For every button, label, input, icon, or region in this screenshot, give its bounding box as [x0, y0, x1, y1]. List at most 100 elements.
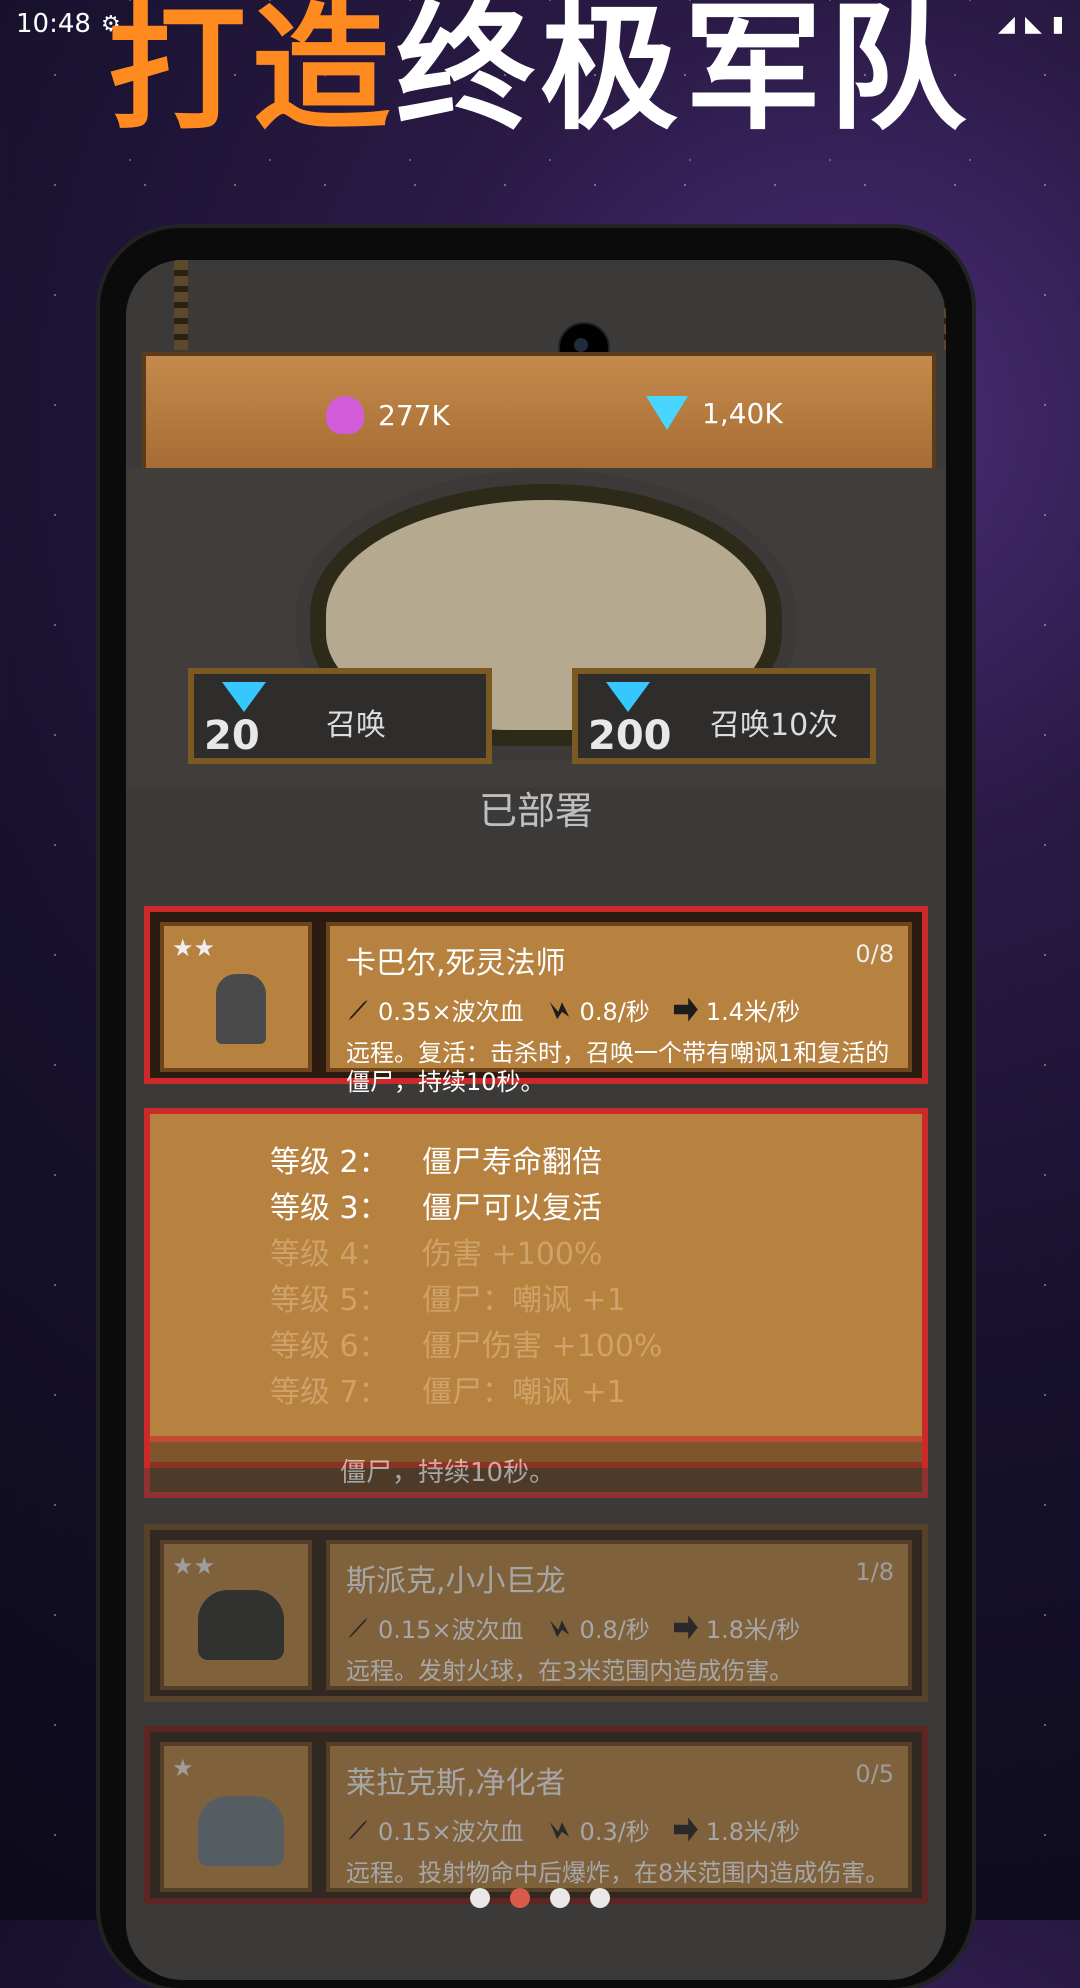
upgrade-row: 等级 6： 僵尸伤害 +100% [270, 1324, 902, 1370]
summon-cost: 20 [204, 682, 304, 762]
attack-speed-value: 0.3/秒 [579, 1818, 650, 1846]
page-dot-1[interactable] [470, 1888, 490, 1908]
page-dot-3[interactable] [550, 1888, 570, 1908]
upgrade-level: 等级 2： [270, 1145, 389, 1180]
upgrade-text: 伤害 +100% [422, 1237, 603, 1272]
attack-speed-value: 0.8/秒 [579, 998, 650, 1026]
unit-info: 卡巴尔,死灵法师 0/8 0.35×波次血 0.8/秒 1.4米/秒 远程。复活… [326, 922, 912, 1096]
page-indicator [0, 1888, 1080, 1908]
attack-speed-stat: 0.3/秒 [548, 1812, 650, 1847]
overlap-text: 僵尸，持续10秒。 [340, 1458, 556, 1488]
summon-button[interactable]: 20 召唤 [188, 668, 492, 764]
chain-right [944, 260, 946, 350]
elixir-amount: 277K [378, 398, 450, 432]
unit-description: 远程。投射物命中后爆炸，在8米范围内造成伤害。 [346, 1859, 890, 1887]
damage-value: 0.15×波次血 [378, 1818, 524, 1846]
unit-name: 莱拉克斯,净化者 [346, 1766, 566, 1801]
upgrade-text: 僵尸可以复活 [422, 1191, 602, 1226]
unit-info: 斯派克,小小巨龙 1/8 0.15×波次血 0.8/秒 1.8米/秒 远程。发射… [326, 1540, 912, 1690]
move-speed-value: 1.4米/秒 [705, 998, 801, 1026]
upgrade-level: 等级 3： [270, 1191, 389, 1226]
upgrade-level: 等级 4： [270, 1237, 389, 1272]
chain-left [174, 260, 188, 350]
upgrade-text: 僵尸寿命翻倍 [422, 1145, 602, 1180]
unit-description: 远程。发射火球，在3米范围内造成伤害。 [346, 1657, 794, 1685]
unit-portrait: ★ [160, 1742, 312, 1892]
deployed-header: 已部署 [478, 789, 593, 833]
unit-count: 1/8 [855, 1558, 894, 1586]
move-speed-icon [673, 1817, 698, 1842]
move-speed-icon [673, 997, 698, 1022]
summon-cost-value: 20 [204, 713, 260, 759]
promo-title: 打造终极军队 [0, 0, 1080, 138]
resource-plank: 277K 1,40K [142, 352, 936, 476]
attack-speed-stat: 0.8/秒 [548, 1610, 650, 1645]
unit-count: 0/8 [855, 940, 894, 968]
unit-card-necromancer[interactable]: ★★ 卡巴尔,死灵法师 0/8 0.35×波次血 0.8/秒 1.4米/秒 远程… [144, 906, 928, 1096]
phone-frame: 277K 1,40K 20 召唤 200 召唤10次 已部署 ★★ 卡巴尔,死灵… [100, 228, 972, 1988]
summon-ten-cost: 200 [588, 682, 688, 762]
sword-icon [348, 999, 368, 1021]
gems-amount: 1,40K [702, 396, 783, 430]
unit-stats: 0.15×波次血 0.8/秒 1.8米/秒 [346, 1610, 892, 1645]
upgrade-row: 等级 5： 僵尸：嘲讽 +1 [270, 1278, 902, 1324]
unit-description: 远程。复活：击杀时，召唤一个带有嘲讽1和复活的僵尸，持续10秒。 [346, 1039, 890, 1096]
attack-speed-icon [549, 1002, 570, 1020]
damage-stat: 0.35×波次血 [346, 992, 524, 1027]
summon-label: 召唤 [326, 708, 386, 743]
unit-name: 斯派克,小小巨龙 [346, 1564, 566, 1599]
upgrade-panel[interactable]: 等级 2： 僵尸寿命翻倍 等级 3： 僵尸可以复活 等级 4： 伤害 +100%… [144, 1108, 928, 1468]
move-speed-stat: 1.8米/秒 [673, 1812, 801, 1847]
unit-stats: 0.35×波次血 0.8/秒 1.4米/秒 [346, 992, 892, 1027]
dragon-sprite-icon [198, 1590, 284, 1660]
unit-info: 莱拉克斯,净化者 0/5 0.15×波次血 0.3/秒 1.8米/秒 远程。投射… [326, 1742, 912, 1892]
upgrade-row: 等级 3： 僵尸可以复活 [270, 1186, 902, 1232]
unit-card-spike[interactable]: ★★ 斯派克,小小巨龙 1/8 0.15×波次血 0.8/秒 1.8米/秒 远程… [144, 1524, 928, 1702]
attack-speed-stat: 0.8/秒 [548, 992, 650, 1027]
unit-count: 0/5 [855, 1760, 894, 1788]
page-dot-4[interactable] [590, 1888, 610, 1908]
upgrade-level: 等级 5： [270, 1283, 389, 1318]
overlapped-card-strip: 僵尸，持续10秒。 [144, 1436, 928, 1498]
move-speed-icon [673, 1615, 698, 1640]
move-speed-stat: 1.4米/秒 [673, 992, 801, 1027]
damage-value: 0.35×波次血 [378, 998, 524, 1026]
upgrade-row: 等级 2： 僵尸寿命翻倍 [270, 1140, 902, 1186]
summon-ten-label: 召唤10次 [710, 708, 839, 743]
elixir-icon [326, 396, 364, 434]
promo-title-orange: 打造 [107, 0, 396, 149]
move-speed-value: 1.8米/秒 [705, 1616, 801, 1644]
upgrade-row: 等级 7： 僵尸：嘲讽 +1 [270, 1370, 902, 1416]
upgrade-text: 僵尸伤害 +100% [422, 1329, 663, 1364]
damage-stat: 0.15×波次血 [346, 1610, 524, 1645]
move-speed-stat: 1.8米/秒 [673, 1610, 801, 1645]
move-speed-value: 1.8米/秒 [705, 1818, 801, 1846]
unit-name: 卡巴尔,死灵法师 [346, 946, 566, 981]
upgrade-text: 僵尸：嘲讽 +1 [422, 1375, 626, 1410]
sword-icon [348, 1819, 368, 1841]
phone-screen: 277K 1,40K 20 召唤 200 召唤10次 已部署 ★★ 卡巴尔,死灵… [126, 260, 946, 1980]
page-dot-2-active[interactable] [510, 1888, 530, 1908]
upgrade-level: 等级 6： [270, 1329, 389, 1364]
gem-icon [646, 396, 688, 430]
upgrade-text: 僵尸：嘲讽 +1 [422, 1283, 626, 1318]
attack-speed-value: 0.8/秒 [579, 1616, 650, 1644]
star-badge: ★★ [172, 934, 216, 962]
summon-ten-button[interactable]: 200 召唤10次 [572, 668, 876, 764]
sword-icon [348, 1617, 368, 1639]
upgrade-row: 等级 4： 伤害 +100% [270, 1232, 902, 1278]
unit-portrait: ★★ [160, 922, 312, 1072]
damage-value: 0.15×波次血 [378, 1616, 524, 1644]
elixir-resource: 277K [326, 396, 450, 434]
attack-speed-icon [549, 1822, 570, 1840]
gem-icon [222, 682, 266, 712]
summon-ten-cost-value: 200 [588, 713, 672, 759]
unit-stats: 0.15×波次血 0.3/秒 1.8米/秒 [346, 1812, 892, 1847]
damage-stat: 0.15×波次血 [346, 1812, 524, 1847]
necromancer-sprite-icon [216, 974, 266, 1044]
upgrade-list: 等级 2： 僵尸寿命翻倍 等级 3： 僵尸可以复活 等级 4： 伤害 +100%… [270, 1140, 902, 1416]
purifier-sprite-icon [198, 1796, 284, 1866]
unit-card-lorax[interactable]: ★ 莱拉克斯,净化者 0/5 0.15×波次血 0.3/秒 1.8米/秒 远程。… [144, 1726, 928, 1904]
unit-portrait: ★★ [160, 1540, 312, 1690]
star-badge: ★ [172, 1754, 194, 1782]
